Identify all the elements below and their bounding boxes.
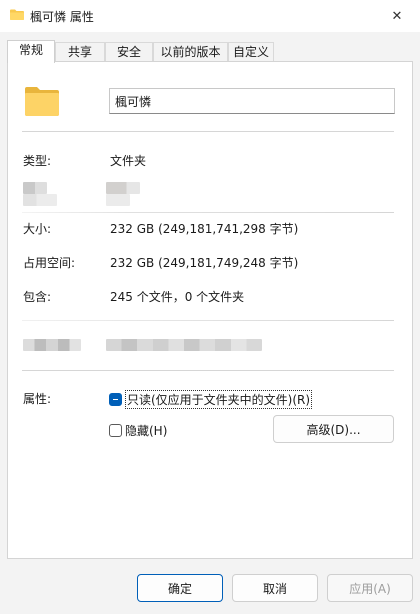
- readonly-checkbox[interactable]: [109, 392, 122, 406]
- tab-sharing[interactable]: 共享: [55, 42, 105, 61]
- tab-security[interactable]: 安全: [105, 42, 153, 61]
- redacted-label: [23, 194, 57, 206]
- apply-button[interactable]: 应用(A): [327, 574, 413, 602]
- tab-strip: 常规 共享 安全 以前的版本 自定义: [0, 40, 420, 63]
- redacted-label: [23, 182, 47, 194]
- divider: [22, 212, 394, 213]
- disk-size-value: 232 GB (249,181,749,248 字节): [110, 256, 299, 270]
- redacted-label: [23, 339, 81, 351]
- redacted-value: [106, 339, 262, 351]
- size-label: 大小:: [23, 222, 52, 236]
- tab-customize[interactable]: 自定义: [228, 42, 274, 61]
- close-button[interactable]: ✕: [374, 0, 420, 32]
- tab-previous-versions[interactable]: 以前的版本: [153, 42, 228, 61]
- close-icon: ✕: [391, 8, 403, 24]
- divider: [22, 320, 394, 321]
- folder-icon: [10, 9, 24, 20]
- divider: [22, 131, 394, 132]
- general-panel: [7, 61, 413, 559]
- title-bar: 楓可憐 属性 ✕: [0, 0, 420, 32]
- redacted-value: [106, 182, 140, 194]
- contains-label: 包含:: [23, 290, 52, 304]
- type-label: 类型:: [23, 154, 52, 168]
- ok-button[interactable]: 确定: [137, 574, 223, 602]
- window-title: 楓可憐 属性: [30, 10, 94, 24]
- size-value: 232 GB (249,181,741,298 字节): [110, 222, 299, 236]
- folder-name-input[interactable]: [109, 88, 395, 114]
- hidden-checkbox[interactable]: [109, 423, 122, 437]
- attributes-label: 属性:: [23, 392, 52, 406]
- divider: [22, 370, 394, 371]
- type-value: 文件夹: [110, 154, 147, 168]
- hidden-checkbox-row[interactable]: 隐藏(H): [109, 421, 167, 439]
- folder-large-icon: [25, 87, 59, 116]
- hidden-checkbox-label: 隐藏(H): [125, 423, 168, 438]
- readonly-checkbox-row[interactable]: 只读(仅应用于文件夹中的文件)(R): [109, 389, 313, 409]
- redacted-value: [106, 194, 130, 206]
- cancel-button[interactable]: 取消: [232, 574, 318, 602]
- disk-size-label: 占用空间:: [23, 256, 76, 270]
- contains-value: 245 个文件，0 个文件夹: [110, 290, 245, 304]
- tab-general[interactable]: 常规: [7, 40, 55, 63]
- advanced-button[interactable]: 高级(D)...: [273, 415, 394, 443]
- readonly-checkbox-label: 只读(仅应用于文件夹中的文件)(R): [125, 389, 313, 409]
